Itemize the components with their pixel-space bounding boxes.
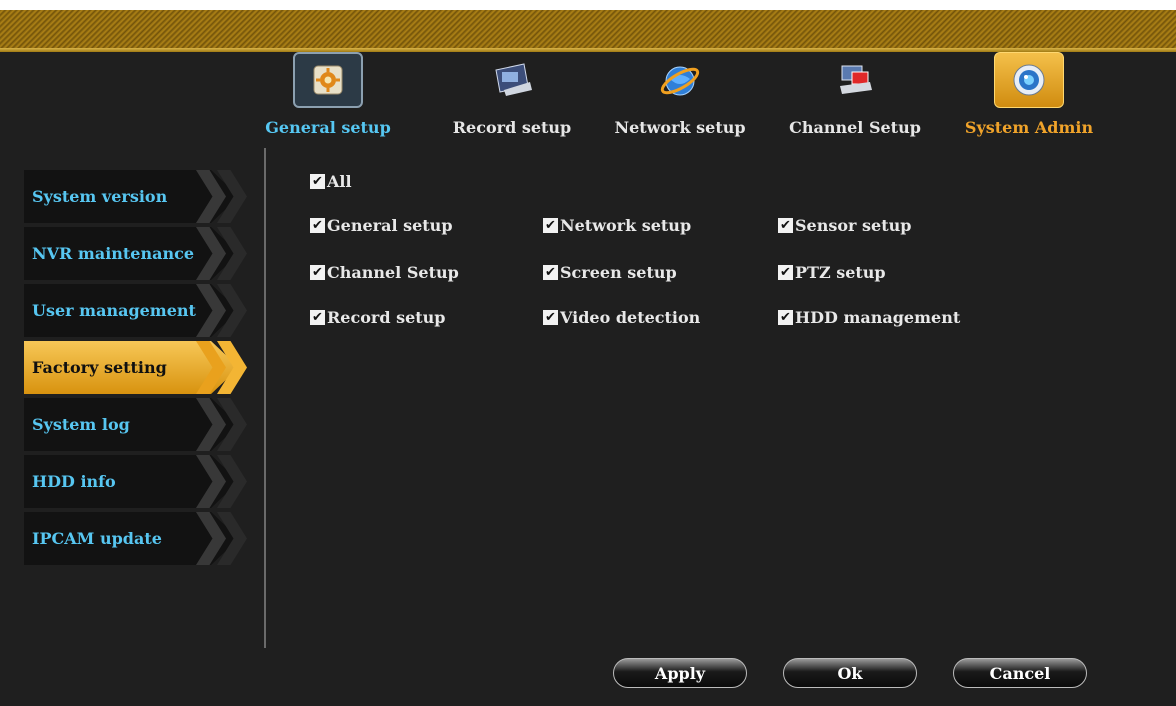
checkbox-label: Record setup xyxy=(327,307,446,327)
checkbox-label: HDD management xyxy=(795,307,961,327)
checkbox-record-setup[interactable]: ✔ Record setup xyxy=(310,306,445,328)
sidebar-item-label: HDD info xyxy=(32,472,116,491)
sidebar-item-system-version[interactable]: System version xyxy=(24,170,247,223)
checkbox-hdd-management[interactable]: ✔ HDD management xyxy=(778,306,960,328)
checkbox-ptz-setup[interactable]: ✔ PTZ setup xyxy=(778,261,886,283)
sidebar-item-label: System version xyxy=(32,187,168,206)
checkbox-label: Channel Setup xyxy=(327,262,459,282)
sidebar-item-label: User management xyxy=(32,301,196,320)
tab-label: General setup xyxy=(265,118,391,137)
checkbox-screen-setup[interactable]: ✔ Screen setup xyxy=(543,261,677,283)
checkbox-checked-icon: ✔ xyxy=(310,264,325,280)
tab-system-admin[interactable]: System Admin xyxy=(954,52,1104,152)
nvr-settings-window: General setup Record setup Network setup xyxy=(0,10,1176,706)
tab-network-setup[interactable]: Network setup xyxy=(605,52,755,152)
network-globe-icon xyxy=(645,52,715,108)
checkbox-checked-icon: ✔ xyxy=(310,309,325,325)
tab-label: System Admin xyxy=(964,118,1094,137)
sidebar-item-label: IPCAM update xyxy=(32,529,162,548)
checkbox-all[interactable]: ✔ All xyxy=(310,170,352,192)
tab-channel-setup[interactable]: Channel Setup xyxy=(780,52,930,152)
tab-label: Record setup xyxy=(452,118,572,137)
checkbox-network-setup[interactable]: ✔ Network setup xyxy=(543,214,691,236)
checkbox-label: Sensor setup xyxy=(795,215,912,235)
tab-label: Channel Setup xyxy=(789,118,921,137)
sidebar-item-label: Factory setting xyxy=(32,358,167,377)
sidebar-item-system-log[interactable]: System log xyxy=(24,398,247,451)
checkbox-channel-setup[interactable]: ✔ Channel Setup xyxy=(310,261,459,283)
title-bar xyxy=(0,10,1176,48)
tab-record-setup[interactable]: Record setup xyxy=(437,52,587,152)
checkbox-checked-icon: ✔ xyxy=(310,173,325,189)
sidebar-item-label: NVR maintenance xyxy=(32,244,195,263)
record-camera-icon xyxy=(477,52,547,108)
apply-button[interactable]: Apply xyxy=(613,658,747,688)
checkbox-checked-icon: ✔ xyxy=(543,309,558,325)
checkbox-label: PTZ setup xyxy=(795,262,886,282)
checkbox-sensor-setup[interactable]: ✔ Sensor setup xyxy=(778,214,911,236)
settings-gear-icon xyxy=(293,52,363,108)
tab-label: Network setup xyxy=(614,118,746,137)
content-divider xyxy=(264,148,266,648)
checkbox-general-setup[interactable]: ✔ General setup xyxy=(310,214,453,236)
checkbox-label: All xyxy=(327,171,352,191)
sidebar-item-label: System log xyxy=(32,415,130,434)
checkbox-label: Network setup xyxy=(560,215,692,235)
sidebar-item-nvr-maintenance[interactable]: NVR maintenance xyxy=(24,227,247,280)
checkbox-checked-icon: ✔ xyxy=(310,217,325,233)
sidebar-item-user-management[interactable]: User management xyxy=(24,284,247,337)
checkbox-video-detection[interactable]: ✔ Video detection xyxy=(543,306,700,328)
checkbox-checked-icon: ✔ xyxy=(778,264,793,280)
checkbox-checked-icon: ✔ xyxy=(543,264,558,280)
sidebar-item-factory-setting[interactable]: Factory setting xyxy=(24,341,247,394)
channel-icon xyxy=(820,52,890,108)
checkbox-label: Screen setup xyxy=(560,262,677,282)
sidebar-item-hdd-info[interactable]: HDD info xyxy=(24,455,247,508)
cancel-button[interactable]: Cancel xyxy=(953,658,1087,688)
system-admin-icon xyxy=(994,52,1064,108)
checkbox-label: General setup xyxy=(327,215,453,235)
checkbox-checked-icon: ✔ xyxy=(778,309,793,325)
tab-general-setup[interactable]: General setup xyxy=(253,52,403,152)
checkbox-checked-icon: ✔ xyxy=(543,217,558,233)
checkbox-label: Video detection xyxy=(560,307,701,327)
checkbox-checked-icon: ✔ xyxy=(778,217,793,233)
sidebar-item-ipcam-update[interactable]: IPCAM update xyxy=(24,512,247,565)
ok-button[interactable]: Ok xyxy=(783,658,917,688)
